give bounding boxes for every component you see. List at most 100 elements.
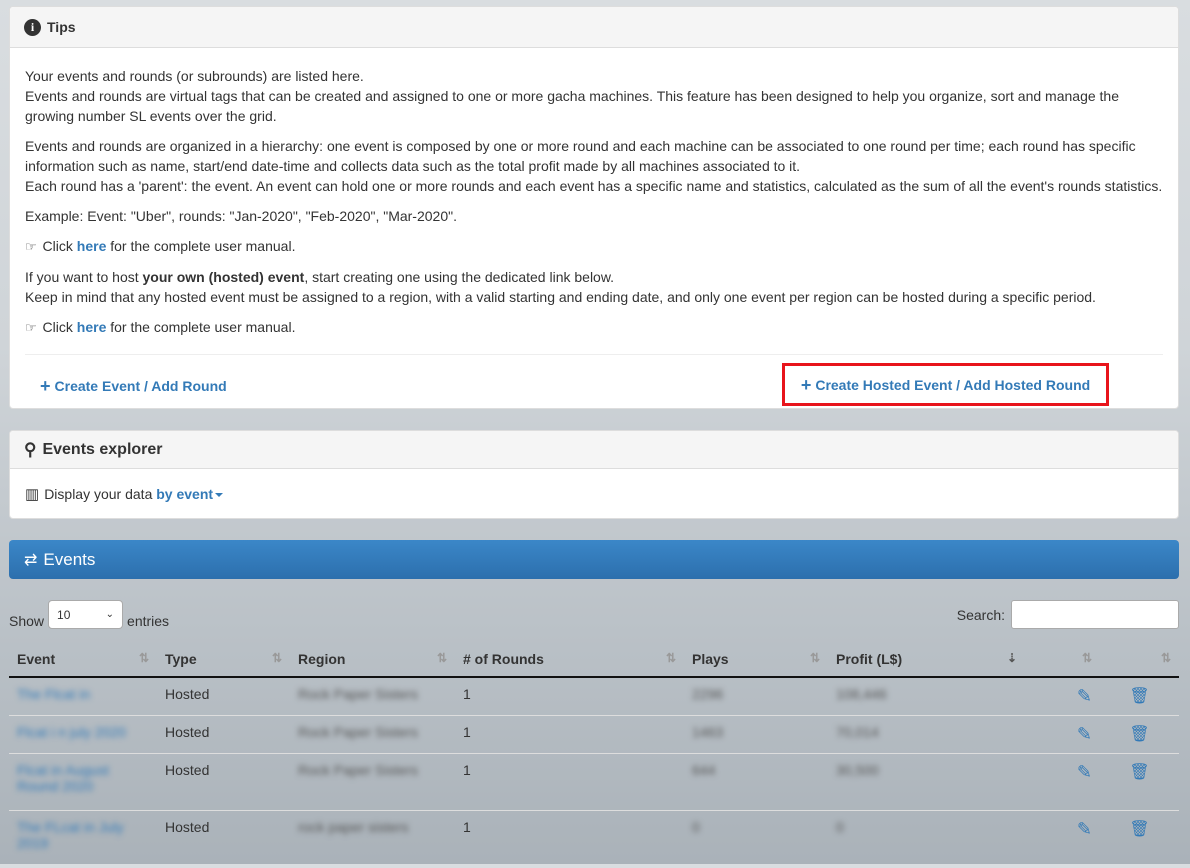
display-label: Display your data	[44, 486, 153, 502]
tips-text: If you want to host	[25, 269, 139, 285]
table-controls: Show 10 ⌄ entries Search:	[9, 600, 1179, 630]
event-region: Rock Paper Sisters	[298, 762, 418, 778]
event-plays: 2296	[692, 686, 724, 702]
pencil-icon[interactable]: ✎	[1077, 724, 1092, 744]
events-section-header: ⇄ Events	[9, 540, 1179, 579]
chevron-down-icon: ⌄	[105, 609, 115, 620]
column-header-region[interactable]: Region ⇅	[290, 642, 455, 678]
column-header-edit[interactable]: ⇅	[1025, 642, 1100, 678]
event-type: Hosted	[157, 810, 290, 868]
tips-heading: i Tips	[10, 7, 1178, 48]
pencil-icon[interactable]: ✎	[1077, 762, 1092, 782]
trash-icon[interactable]: 🗑	[1129, 821, 1149, 838]
create-event-button[interactable]: + Create Event / Add Round	[40, 377, 227, 395]
sort-icon: ⇅	[1081, 651, 1092, 665]
tips-text: for the complete user manual.	[110, 238, 296, 254]
entries-label: entries	[127, 612, 170, 629]
event-plays: 0	[692, 819, 700, 835]
tips-text: Keep in mind that any hosted event must …	[25, 289, 1096, 305]
tips-text: for the complete user manual.	[110, 319, 296, 335]
caret-down-icon	[215, 493, 224, 498]
column-header-rounds[interactable]: # of Rounds ⇅	[455, 642, 684, 678]
table-header-row: Event ⇅ Type ⇅ Region ⇅ # of Rounds ⇅ Plays ⇅…	[9, 642, 1179, 678]
event-profit: 0	[836, 819, 844, 835]
event-name-link[interactable]: Flcat i n july 2020	[17, 724, 126, 740]
sort-desc-icon: ⇣	[1006, 651, 1017, 665]
event-region: rock paper sisters	[298, 819, 409, 835]
info-icon: i	[24, 18, 41, 36]
tips-text: , start creating one using the dedicated…	[304, 269, 615, 285]
sort-icon: ⇅	[138, 651, 149, 665]
tips-paragraph-2: Events and rounds are organized in a hie…	[25, 136, 1163, 196]
column-label: # of Rounds	[463, 651, 544, 667]
event-type: Hosted	[157, 753, 290, 811]
column-header-type[interactable]: Type ⇅	[157, 642, 290, 678]
signpost-icon: ⇄	[24, 551, 38, 569]
create-hosted-event-label: Create Hosted Event / Add Hosted Round	[815, 376, 1091, 393]
column-label: Event	[17, 651, 56, 667]
events-explorer-panel: ⚲ Events explorer ▥ Display your data by…	[9, 430, 1179, 519]
event-name-link[interactable]: Flcat in August Round 2020	[17, 762, 109, 794]
event-plays: 1463	[692, 724, 724, 740]
page-length-control: Show 10 ⌄ entries	[9, 600, 170, 635]
search-input[interactable]	[1011, 600, 1179, 629]
event-name-link[interactable]: The FLcat in July 2019	[17, 819, 124, 851]
display-value: by event	[156, 486, 214, 502]
create-event-label: Create Event / Add Round	[54, 378, 227, 394]
event-name-link[interactable]: The Flcat in	[17, 686, 90, 702]
event-region: Rock Paper Sisters	[298, 686, 418, 702]
hand-pointer-icon: ☞	[25, 239, 37, 254]
table-row: The Flcat in Hosted Rock Paper Sisters 1…	[9, 676, 1179, 716]
pencil-icon[interactable]: ✎	[1077, 686, 1092, 706]
tips-text-bold: your own (hosted) event	[142, 269, 305, 285]
column-label: Region	[298, 651, 346, 667]
table-row: Flcat i n july 2020 Hosted Rock Paper Si…	[9, 715, 1179, 754]
trash-icon[interactable]: 🗑	[1129, 688, 1149, 705]
trash-icon[interactable]: 🗑	[1129, 726, 1149, 743]
tips-paragraph-5: If you want to host your own (hosted) ev…	[25, 267, 1163, 307]
column-label: Type	[165, 651, 197, 667]
manual-link-2[interactable]: here	[77, 319, 107, 335]
display-by-dropdown[interactable]: by event	[156, 486, 224, 502]
event-type: Hosted	[157, 715, 290, 754]
column-header-event[interactable]: Event ⇅	[9, 642, 157, 678]
sort-icon: ⇅	[436, 651, 447, 665]
event-rounds: 1	[455, 810, 684, 868]
create-hosted-event-button[interactable]: + Create Hosted Event / Add Hosted Round	[782, 363, 1109, 406]
tips-text: Events and rounds are virtual tags that …	[25, 88, 1120, 124]
tips-text: Click	[42, 319, 73, 335]
tips-paragraph-1: Your events and rounds (or subrounds) ar…	[25, 66, 1163, 126]
event-plays: 644	[692, 762, 716, 778]
event-profit: 70,014	[836, 724, 879, 740]
tips-text: Click	[42, 238, 73, 254]
bar-chart-icon: ▥	[25, 486, 40, 503]
sort-icon: ⇅	[665, 651, 676, 665]
event-rounds: 1	[455, 676, 684, 716]
binoculars-icon: ⚲	[24, 439, 37, 459]
search-label: Search:	[956, 606, 1005, 623]
show-label: Show	[9, 612, 45, 629]
sort-icon: ⇅	[809, 651, 820, 665]
tips-paragraph-3: Example: Event: "Uber", rounds: "Jan-202…	[25, 208, 457, 224]
explorer-title: Events explorer	[42, 440, 163, 458]
entries-select[interactable]: 10 ⌄	[48, 600, 124, 629]
pencil-icon[interactable]: ✎	[1077, 819, 1092, 839]
column-label: Plays	[692, 651, 729, 667]
tips-title: Tips	[47, 19, 76, 35]
tips-text: Each round has a 'parent': the event. An…	[25, 178, 1163, 194]
column-header-plays[interactable]: Plays ⇅	[684, 642, 828, 678]
tips-panel: i Tips Your events and rounds (or subrou…	[9, 6, 1179, 409]
tips-manual-line-2: ☞ Click here for the complete user manua…	[25, 317, 1163, 338]
tips-body: Your events and rounds (or subrounds) ar…	[10, 48, 1178, 338]
event-profit: 30,500	[836, 762, 879, 778]
sort-icon: ⇅	[1160, 651, 1171, 665]
events-title: Events	[43, 549, 96, 569]
manual-link-1[interactable]: here	[77, 238, 107, 254]
event-rounds: 1	[455, 753, 684, 811]
trash-icon[interactable]: 🗑	[1129, 764, 1149, 781]
event-rounds: 1	[455, 715, 684, 754]
tips-text: Your events and rounds (or subrounds) ar…	[25, 68, 364, 84]
column-header-delete[interactable]: ⇅	[1100, 642, 1179, 678]
column-header-profit[interactable]: Profit (L$) ⇣	[828, 642, 1025, 678]
entries-value: 10	[57, 607, 71, 622]
